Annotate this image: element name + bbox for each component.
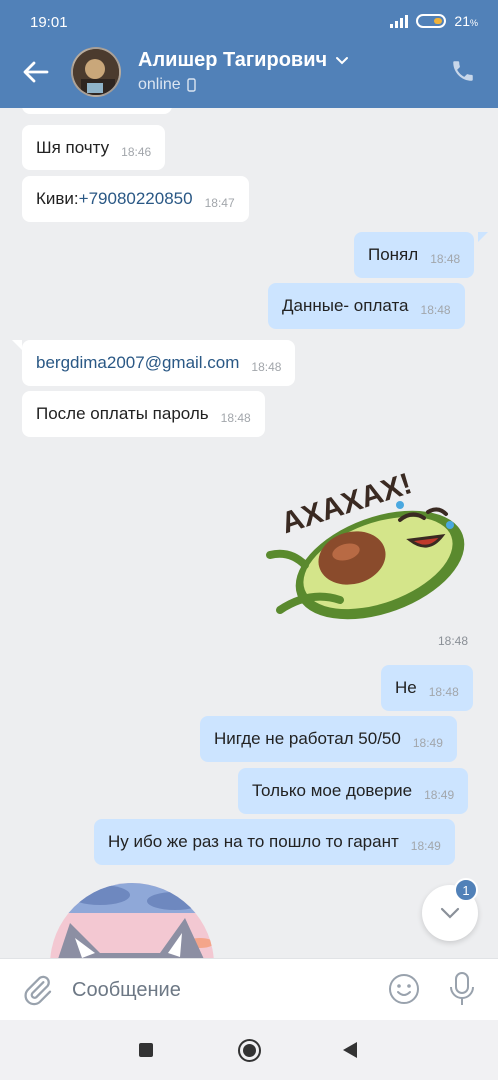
message-bubble-partial[interactable] [22, 108, 172, 114]
cat-sticker-image [50, 883, 214, 958]
cat-sticker[interactable] [50, 883, 215, 958]
contact-avatar[interactable] [71, 47, 121, 97]
paperclip-icon [24, 975, 52, 1006]
microphone-icon [450, 972, 474, 1005]
message-text: Шя почту [36, 137, 110, 157]
message-bubble-outgoing[interactable]: Понял 18:48 [354, 232, 475, 278]
battery-icon [416, 14, 447, 28]
message-bubble-incoming[interactable]: После оплаты пароль 18:48 [22, 391, 265, 437]
avatar-image [73, 49, 119, 95]
chat-header: 19:01 21% Алишер Тагирович online [0, 0, 498, 108]
message-composer [0, 958, 498, 1020]
message-list[interactable]: Шя почту 18:46 Киви:+79080220850 18:47 П… [0, 108, 498, 958]
message-text: После оплаты пароль [36, 404, 209, 423]
message-time: 18:49 [424, 788, 455, 802]
message-text: Не [395, 678, 417, 697]
message-time: 18:48 [220, 411, 251, 425]
contact-name[interactable]: Алишер Тагирович [138, 49, 349, 72]
message-bubble-incoming[interactable]: Киви:+79080220850 18:47 [22, 176, 249, 222]
battery-unit: % [469, 18, 478, 28]
message-bubble-incoming[interactable]: Шя почту 18:46 [22, 125, 166, 170]
system-nav-bar [0, 1020, 498, 1080]
message-time: 18:46 [121, 144, 152, 159]
bubble-tail [12, 340, 22, 350]
message-bubble-outgoing[interactable]: Ну ибо же раз на то пошло то гарант 18:4… [94, 819, 455, 865]
battery-percent: 21 [454, 13, 470, 29]
attach-button[interactable] [20, 973, 54, 1007]
phone-link[interactable]: +79080220850 [79, 189, 193, 208]
avocado-sticker-image: АХАХАХ! [266, 467, 465, 620]
bubble-tail [478, 232, 488, 242]
unread-badge: 1 [454, 878, 478, 902]
status-bar: 19:01 21% [0, 0, 498, 40]
message-bubble-outgoing[interactable]: Только мое доверие 18:49 [238, 768, 469, 814]
call-button[interactable] [450, 58, 478, 86]
recent-apps-button[interactable] [139, 1043, 153, 1057]
home-button[interactable] [238, 1039, 261, 1062]
message-text: Киви: [36, 189, 79, 208]
sticker-time: 18:48 [437, 634, 468, 648]
message-bubble-outgoing[interactable]: Не 18:48 [381, 665, 473, 711]
chevron-down-icon [440, 907, 460, 919]
message-text: Ну ибо же раз на то пошло то гарант [108, 832, 399, 851]
message-time: 18:47 [204, 196, 235, 210]
voice-button[interactable] [448, 971, 476, 1007]
message-text: Данные- оплата [282, 296, 409, 315]
arrow-left-icon [23, 61, 49, 83]
back-button[interactable] [20, 56, 52, 88]
signal-icon [390, 14, 409, 28]
emoji-button[interactable] [388, 973, 420, 1005]
message-text: Только мое доверие [252, 781, 413, 800]
message-time: 18:48 [430, 252, 461, 266]
message-text: Нигде не работал 50/50 [214, 729, 401, 748]
message-bubble-incoming[interactable]: bergdima2007@gmail.com 18:48 [22, 340, 296, 386]
email-link[interactable]: bergdima2007@gmail.com [36, 353, 239, 372]
avocado-sticker[interactable]: АХАХАХ! [260, 460, 480, 620]
message-text: Понял [368, 245, 419, 264]
online-status: online [138, 76, 181, 93]
message-time: 18:48 [251, 360, 282, 374]
smile-icon [389, 974, 419, 1004]
status-icons: 21% [390, 13, 478, 29]
message-input[interactable] [72, 975, 362, 1005]
message-time: 18:48 [428, 685, 459, 699]
message-bubble-outgoing[interactable]: Нигде не работал 50/50 18:49 [200, 716, 457, 762]
contact-status: online [138, 76, 196, 94]
status-time: 19:01 [30, 14, 68, 31]
contact-name-text: Алишер Тагирович [138, 49, 328, 71]
chevron-down-icon [336, 56, 349, 64]
message-bubble-outgoing[interactable]: Данные- оплата 18:48 [268, 283, 465, 329]
mobile-icon [187, 78, 196, 92]
system-back-button[interactable] [343, 1042, 357, 1058]
phone-icon [453, 61, 473, 81]
message-time: 18:49 [410, 839, 441, 853]
message-time: 18:49 [412, 736, 443, 750]
message-time: 18:48 [420, 303, 451, 317]
